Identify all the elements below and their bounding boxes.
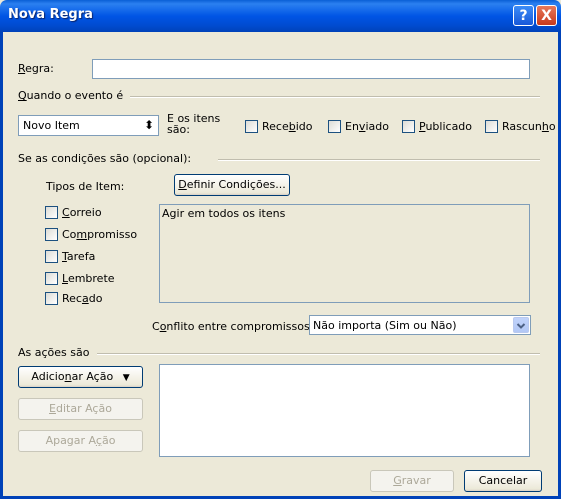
appointment-label: Compromisso [62,228,138,241]
appointment-checkbox[interactable] [45,228,58,241]
task-label: Tarefa [62,250,96,263]
reminder-label: Lembrete [62,272,115,285]
cancel-button[interactable]: Cancelar [464,470,542,492]
items-are-label: E os itens são: [167,112,221,136]
mail-label: Correio [62,206,102,219]
close-button[interactable]: X [536,5,557,26]
help-button[interactable]: ? [513,5,534,26]
task-checkbox[interactable] [45,250,58,263]
sent-label: Enviado [345,120,389,133]
delete-action-button[interactable]: Apagar Ação [18,430,143,452]
message-label: Recado [62,292,103,305]
conditions-listbox[interactable]: Agir em todos os itens [159,204,530,303]
conflict-select[interactable]: Não importa (Sim ou Não) [309,315,531,335]
dropdown-arrow-icon: ▼ [122,373,130,383]
published-label: Publicado [419,120,473,133]
published-checkbox[interactable] [402,120,415,133]
actions-group-divider [97,353,540,355]
actions-listbox[interactable] [159,364,530,457]
event-group-label: Quando o evento é [18,89,124,102]
actions-group-label: As ações são [18,346,90,359]
message-checkbox[interactable] [45,292,58,305]
conflict-label: Conflito entre compromissos: [152,320,314,333]
conditions-group-label: Se as condições são (opcional): [18,152,192,165]
conditions-group-divider [218,159,540,161]
window-title: Nova Regra [8,7,93,22]
draft-checkbox[interactable] [485,120,498,133]
dropdown-arrow-button[interactable] [513,317,529,333]
save-button[interactable]: Gravar [370,470,454,492]
updown-icon: ⬍ [143,118,154,132]
conflict-select-value: Não importa (Sim ou Não) [313,319,457,332]
define-conditions-button[interactable]: Definir Condições... [174,174,290,196]
event-group-divider [130,96,540,98]
draft-label: Rascunho [502,120,556,133]
item-types-label: Tipos de Item: [46,180,125,193]
reminder-checkbox[interactable] [45,272,58,285]
received-checkbox[interactable] [245,120,258,133]
received-label: Recebido [262,120,313,133]
chevron-down-icon [516,323,526,329]
sent-checkbox[interactable] [328,120,341,133]
edit-action-button[interactable]: Editar Ação [18,398,143,420]
mail-checkbox[interactable] [45,206,58,219]
event-select-value: Novo Item [23,119,80,132]
conditions-text: Agir em todos os itens [162,207,286,220]
add-action-button[interactable]: Adicionar Ação ▼ [18,366,143,388]
title-bar: Nova Regra ? X [0,0,561,32]
rule-label: Regra: [18,62,54,75]
event-select[interactable]: Novo Item ⬍ [18,115,159,136]
rule-name-input[interactable] [92,59,530,79]
